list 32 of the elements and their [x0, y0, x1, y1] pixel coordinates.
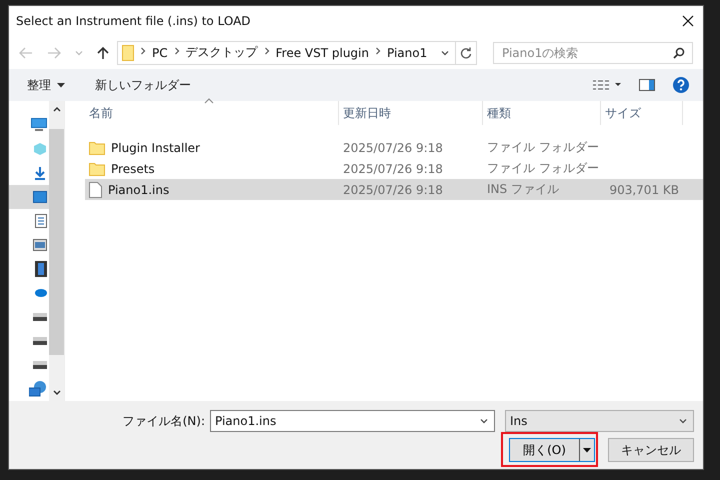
open-button[interactable]: 開く(O): [509, 438, 595, 462]
date-text: 2025/07/26 9:18: [343, 162, 443, 176]
file-name-field[interactable]: Piano1.ins: [210, 410, 495, 432]
column-header[interactable]: 名前: [85, 101, 339, 125]
file-row[interactable]: Presets 2025/07/26 9:18 ファイル フォルダー: [85, 158, 703, 179]
column-header[interactable]: 種類: [483, 101, 601, 125]
organize-label: 整理: [27, 76, 51, 94]
file-row[interactable]: Plugin Installer 2025/07/26 9:18 ファイル フォルダー: [85, 137, 703, 158]
file-name-label: ファイル名(N):: [122, 412, 206, 430]
file-name: Piano1.ins: [108, 182, 170, 196]
type-text: ファイル フォルダー: [487, 139, 599, 156]
file-row[interactable]: Piano1.ins 2025/07/26 9:18 INS ファイル 903,701 KB: [85, 179, 703, 200]
column-header[interactable]: 更新日時: [339, 101, 483, 125]
cancel-button[interactable]: キャンセル: [608, 438, 694, 462]
organize-menu[interactable]: 整理: [27, 76, 65, 94]
breadcrumb[interactable]: Free VST plugin: [276, 46, 369, 60]
search-field[interactable]: Piano1の検索: [493, 42, 693, 64]
file-type-dropdown[interactable]: Ins: [505, 410, 694, 432]
new-folder-button[interactable]: 新しいフォルダー: [95, 76, 191, 94]
file-name: Presets: [111, 162, 155, 176]
breadcrumb[interactable]: Piano1: [387, 46, 428, 60]
size-text: 903,701 KB: [609, 182, 679, 196]
breadcrumb[interactable]: PC: [152, 46, 168, 60]
address-bar[interactable]: PC デスクトップ Free VST plugin Piano1: [117, 40, 477, 64]
date-text: 2025/07/26 9:18: [343, 182, 443, 196]
column-header[interactable]: サイズ: [601, 101, 683, 125]
type-text: INS ファイル: [487, 181, 559, 198]
type-text: ファイル フォルダー: [487, 160, 599, 177]
window-title: Select an Instrument file (.ins) to LOAD: [16, 14, 252, 28]
file-name: Plugin Installer: [111, 140, 200, 154]
breadcrumb[interactable]: デスクトップ: [186, 44, 258, 61]
date-text: 2025/07/26 9:18: [343, 140, 443, 154]
